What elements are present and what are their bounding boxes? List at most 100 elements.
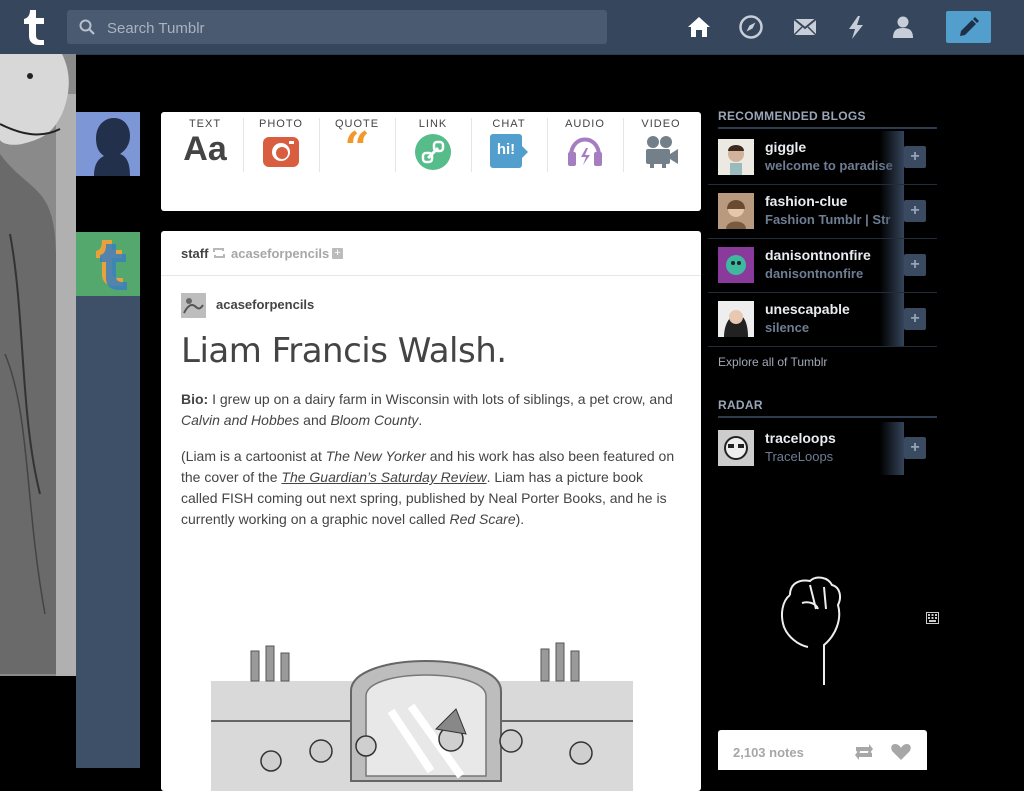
blog-avatar[interactable] [718, 139, 754, 175]
activity-icon[interactable] [843, 14, 869, 40]
post-header: staff acaseforpencils + [161, 231, 701, 276]
blog-avatar-image [718, 193, 754, 229]
post-type-selector: TEXT Aa PHOTO QUOTE “ LINK CHAT hi! AUDI… [161, 112, 701, 211]
bio-text: and [299, 412, 331, 428]
like-heart-icon[interactable] [891, 743, 911, 761]
fade-overlay [880, 293, 904, 346]
bio-text: . [418, 412, 423, 428]
post-type-label: AUDIO [565, 118, 605, 130]
post-type-label: LINK [418, 118, 448, 130]
blog-avatar[interactable] [718, 193, 754, 229]
blog-avatar-image [718, 139, 754, 175]
desc-emphasis: Red Scare [449, 511, 516, 527]
blog-subtitle: Fashion Tumblr | Str [765, 212, 891, 227]
home-icon[interactable] [686, 14, 712, 40]
post-type-quote[interactable]: QUOTE “ [319, 118, 395, 174]
recommended-blog-item[interactable]: danisontnonfire danisontnonfire + [708, 239, 937, 293]
video-camera-icon [646, 136, 678, 168]
blog-subtitle: TraceLoops [765, 449, 834, 464]
post-type-link[interactable]: LINK [395, 118, 471, 170]
tumblr-t-icon [76, 232, 140, 296]
author-avatar-image [181, 293, 206, 318]
quote-icon: “ [344, 123, 370, 174]
fade-overlay [880, 239, 904, 292]
blog-name[interactable]: danisontnonfire [765, 247, 871, 263]
bio-emphasis: Calvin and Hobbes [181, 412, 300, 428]
bio-emphasis: Bloom County [330, 412, 419, 428]
reblog-small-icon [213, 248, 225, 258]
account-icon[interactable] [890, 14, 916, 40]
post-type-label: TEXT [188, 118, 222, 130]
background-illustration [0, 54, 76, 676]
link-icon [415, 134, 451, 170]
reblog-source-name[interactable]: acaseforpencils [231, 246, 329, 261]
follow-plus-icon[interactable]: + [332, 248, 343, 259]
author-name[interactable]: acaseforpencils [216, 297, 314, 312]
author-avatar[interactable] [181, 293, 206, 318]
mail-icon[interactable] [792, 14, 818, 40]
radar-post-footer: 2,103 notes [718, 730, 927, 770]
bio-label: Bio: [181, 391, 209, 407]
post-type-audio[interactable]: AUDIO [547, 118, 623, 168]
top-navigation-bar [0, 0, 1024, 55]
explore-icon[interactable] [738, 14, 764, 40]
blog-subtitle: silence [765, 320, 810, 335]
follow-button[interactable]: + [904, 146, 926, 168]
post-type-text[interactable]: TEXT Aa [167, 118, 243, 168]
reblogger-name[interactable]: staff [181, 246, 208, 261]
follow-button[interactable]: + [904, 308, 926, 330]
explore-tumblr-link[interactable]: Explore all of Tumblr [718, 355, 827, 369]
blog-subtitle: danisontnonfire [765, 266, 864, 281]
blog-avatar[interactable] [718, 430, 754, 466]
post-title: Liam Francis Walsh. [181, 331, 507, 371]
post-type-video[interactable]: VIDEO [623, 118, 699, 168]
follow-button[interactable]: + [904, 254, 926, 276]
left-avatar-column [76, 232, 140, 768]
description-paragraph: (Liam is a cartoonist at The New Yorker … [181, 446, 681, 530]
blog-avatar-image [718, 247, 754, 283]
blog-avatar[interactable] [718, 247, 754, 283]
desc-emphasis: The New Yorker [325, 448, 426, 464]
bio-text: I grew up on a dairy farm in Wisconsin w… [208, 391, 673, 407]
search-icon [79, 19, 95, 35]
desc-link[interactable]: The Guardian’s Saturday Review [281, 469, 486, 485]
recommended-blog-item[interactable]: unescapable silence + [708, 293, 937, 347]
blog-subtitle: welcome to paradise [765, 158, 893, 173]
blog-name[interactable]: unescapable [765, 301, 850, 317]
blog-name[interactable]: fashion-clue [765, 193, 847, 209]
follow-button[interactable]: + [904, 200, 926, 222]
blog-avatar[interactable] [76, 232, 140, 296]
desc-text: ). [515, 511, 525, 527]
reblog-icon[interactable] [853, 743, 875, 761]
blog-avatar-image [718, 301, 754, 337]
keyboard-shortcuts-icon[interactable] [926, 612, 939, 624]
cartoon-illustration [211, 621, 633, 791]
search-box[interactable] [67, 10, 607, 46]
recommended-blog-item[interactable]: giggle welcome to paradise + [708, 131, 937, 185]
notes-count[interactable]: 2,103 notes [733, 745, 804, 760]
tumblr-logo-icon[interactable] [18, 8, 50, 46]
blog-name[interactable]: giggle [765, 139, 806, 155]
recommended-blogs-heading: RECOMMENDED BLOGS [718, 109, 937, 129]
bio-paragraph: Bio: I grew up on a dairy farm in Wiscon… [181, 389, 681, 431]
fade-overlay [880, 185, 904, 238]
radar-blog-item[interactable]: traceloops TraceLoops + [708, 422, 937, 475]
post-type-chat[interactable]: CHAT hi! [471, 118, 547, 168]
chat-icon: hi! [490, 134, 528, 168]
post-type-label: VIDEO [641, 118, 681, 130]
search-input[interactable] [105, 10, 599, 46]
blog-name[interactable]: traceloops [765, 430, 836, 446]
text-icon: Aa [183, 130, 227, 168]
fade-overlay [880, 422, 904, 475]
pencil-icon [960, 17, 979, 36]
dashboard-post: staff acaseforpencils + acaseforpencils … [161, 231, 701, 791]
desc-text: (Liam is a cartoonist at [181, 448, 326, 464]
recommended-blog-item[interactable]: fashion-clue Fashion Tumblr | Str + [708, 185, 937, 239]
post-type-photo[interactable]: PHOTO [243, 118, 319, 168]
compose-button[interactable] [946, 11, 991, 43]
radar-fist-image[interactable] [760, 565, 860, 690]
follow-button[interactable]: + [904, 437, 926, 459]
post-body: Bio: I grew up on a dairy farm in Wiscon… [181, 389, 681, 545]
blog-avatar[interactable] [718, 301, 754, 337]
user-avatar[interactable] [76, 112, 140, 176]
